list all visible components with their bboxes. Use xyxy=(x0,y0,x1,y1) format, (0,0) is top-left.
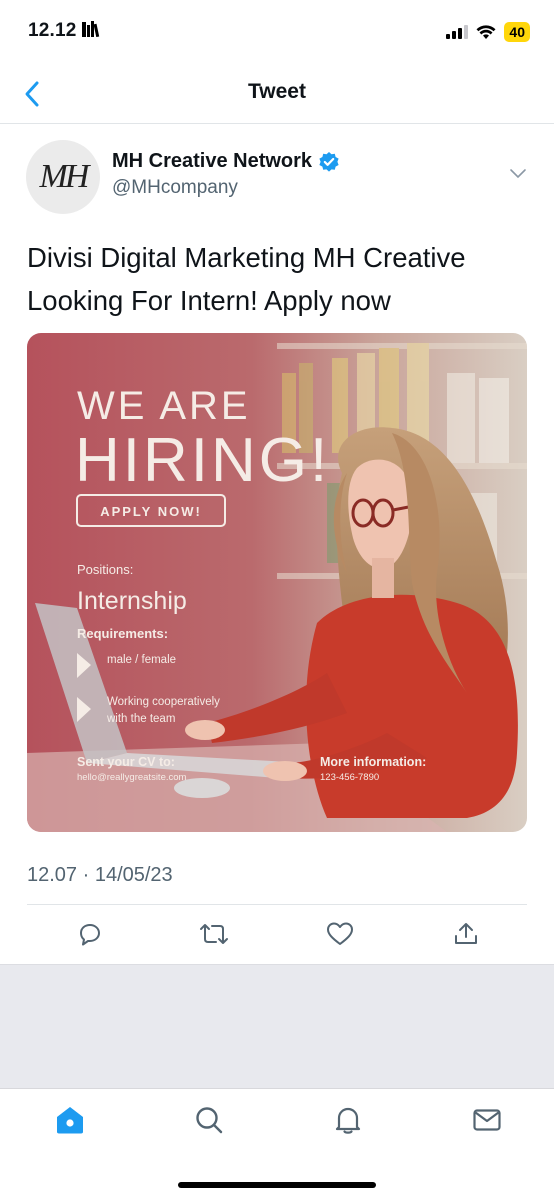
requirement-1: male / female xyxy=(107,654,176,666)
verified-badge-icon xyxy=(319,151,339,172)
chevron-down-icon[interactable] xyxy=(508,166,528,182)
tweet-text: Divisi Digital Marketing MH Creative Loo… xyxy=(27,242,466,316)
like-icon xyxy=(327,922,353,945)
tab-home[interactable] xyxy=(53,1103,87,1137)
avatar-logo: MH xyxy=(39,158,90,195)
info-label: More information: xyxy=(320,755,426,769)
hiring-poster: WE ARE HIRING! APPLY NOW! Positions: Int… xyxy=(27,333,527,832)
replies-area xyxy=(0,964,554,1089)
book-icon xyxy=(82,21,100,38)
tab-notifications[interactable] xyxy=(331,1103,365,1137)
position-value: Internship xyxy=(77,587,187,615)
info-phone: 123-456-7890 xyxy=(320,772,379,783)
apply-now-text: APPLY NOW! xyxy=(100,504,202,519)
page-title: Tweet xyxy=(248,80,306,103)
like-button[interactable] xyxy=(324,918,356,950)
tab-bar-divider xyxy=(0,1088,554,1089)
status-time: 12.12 xyxy=(28,20,102,42)
retweet-button[interactable] xyxy=(198,918,230,950)
share-button[interactable] xyxy=(450,918,482,950)
home-icon xyxy=(57,1107,83,1134)
tweet-timestamp: 12.07 · 14/05/23 xyxy=(27,864,173,886)
share-icon xyxy=(455,923,477,944)
home-indicator xyxy=(178,1182,376,1188)
author-name-text: MH Creative Network xyxy=(112,150,313,172)
status-icons: 40 xyxy=(446,22,530,42)
reply-icon xyxy=(80,924,100,946)
avatar[interactable]: MH xyxy=(26,140,100,214)
poster-headline-1: WE ARE xyxy=(77,384,251,428)
author-name[interactable]: MH Creative Network xyxy=(112,150,340,173)
author-handle[interactable]: @MHcompany xyxy=(112,177,238,199)
poster-headline-2: HIRING! xyxy=(75,426,330,495)
messages-icon xyxy=(473,1109,501,1131)
tab-messages[interactable] xyxy=(470,1103,504,1137)
retweet-icon xyxy=(200,924,228,944)
battery-indicator: 40 xyxy=(504,22,530,42)
header-divider xyxy=(0,123,554,124)
tab-search[interactable] xyxy=(192,1103,226,1137)
requirement-2a: Working cooperatively xyxy=(107,696,220,708)
search-icon xyxy=(196,1107,223,1134)
actions-divider xyxy=(27,904,527,905)
reply-button[interactable] xyxy=(74,918,106,950)
requirements-label: Requirements: xyxy=(77,626,168,641)
positions-label: Positions: xyxy=(77,562,133,577)
tweet-media-image[interactable]: WE ARE HIRING! APPLY NOW! Positions: Int… xyxy=(27,333,527,832)
cv-email: hello@reallygreatsite.com xyxy=(77,772,187,783)
signal-icon xyxy=(446,25,469,39)
cv-label: Sent your CV to: xyxy=(77,755,175,769)
requirement-2b: with the team xyxy=(106,713,175,725)
wifi-icon xyxy=(476,24,496,39)
notifications-icon xyxy=(335,1107,361,1134)
